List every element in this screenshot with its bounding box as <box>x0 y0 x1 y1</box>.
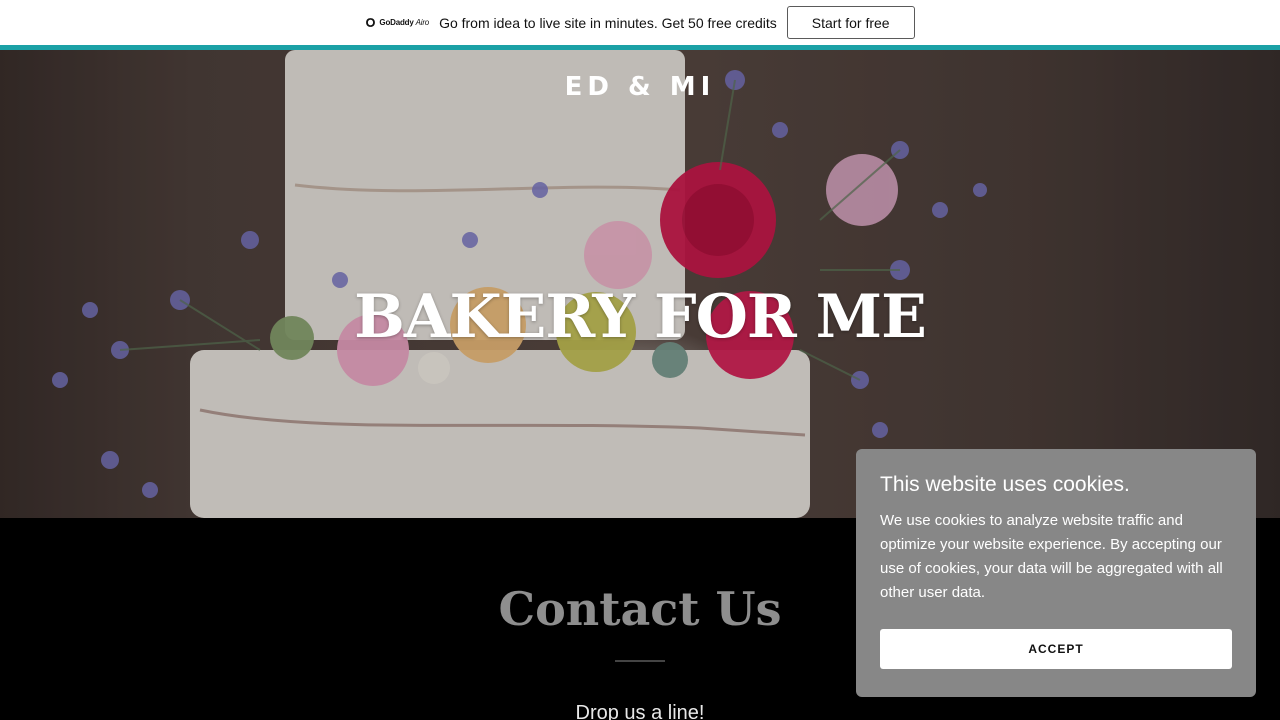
brand-name: GoDaddy <box>379 18 414 27</box>
brand-suffix: Airo <box>415 18 430 27</box>
contact-divider <box>615 660 665 662</box>
godaddy-airo-logo[interactable]: GoDaddy Airo <box>365 17 429 28</box>
promo-bar: GoDaddy Airo Go from idea to live site i… <box>0 0 1280 45</box>
accept-cookies-button[interactable]: ACCEPT <box>880 629 1232 669</box>
cookie-title: This website uses cookies. <box>880 473 1130 496</box>
start-for-free-button[interactable]: Start for free <box>786 6 915 39</box>
cookie-banner: This website uses cookies. We use cookie… <box>856 449 1256 697</box>
hero-section: ED & MI BAKERY FOR ME <box>0 50 1280 518</box>
cookie-body: We use cookies to analyze website traffi… <box>880 512 1223 601</box>
site-name[interactable]: ED & MI <box>0 72 1280 102</box>
hero-title: BAKERY FOR ME <box>354 282 927 352</box>
brand-text: GoDaddy Airo <box>379 18 429 27</box>
godaddy-logo-icon <box>366 18 376 27</box>
promo-message: Go from idea to live site in minutes. Ge… <box>439 14 777 31</box>
contact-subtitle: Drop us a line! <box>575 702 705 720</box>
